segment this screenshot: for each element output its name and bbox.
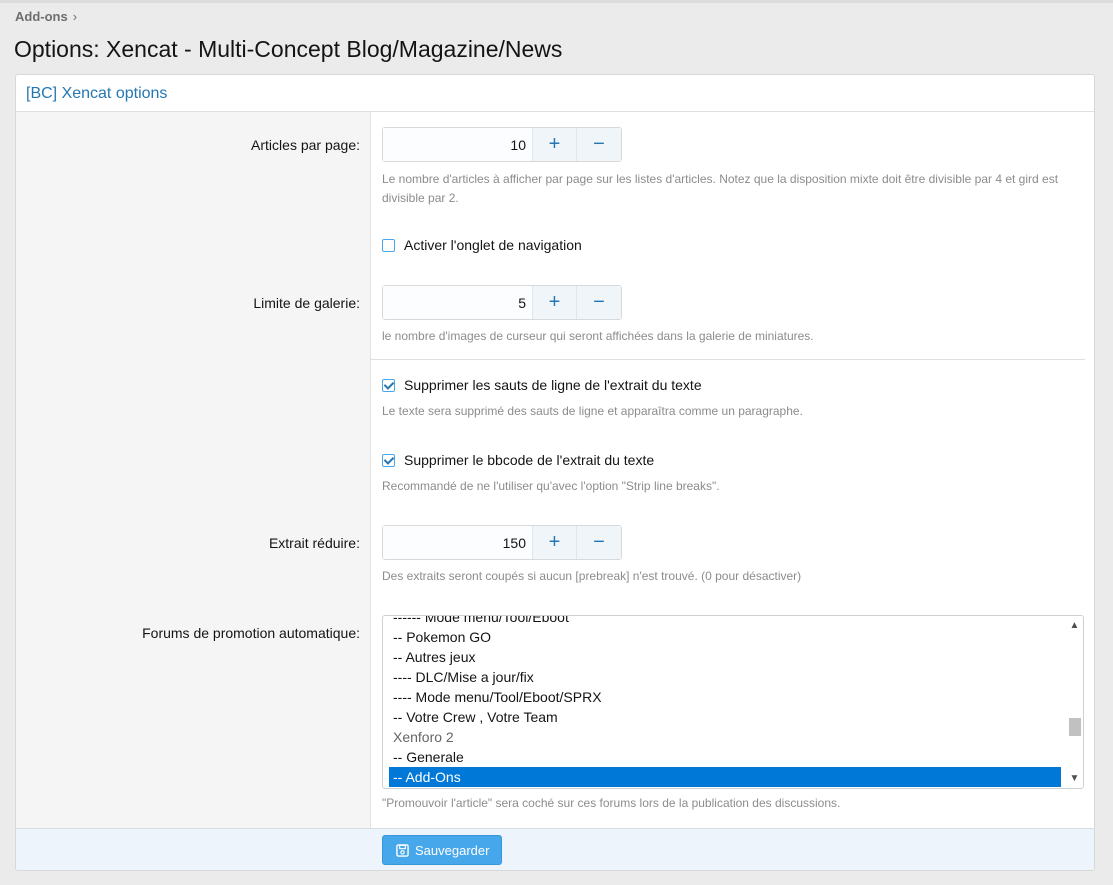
section-divider bbox=[371, 359, 1085, 360]
strip-line-breaks-checkbox[interactable] bbox=[382, 378, 395, 392]
scrollbar-thumb[interactable] bbox=[1069, 718, 1081, 736]
strip-line-breaks-label: Supprimer les sauts de ligne de l'extrai… bbox=[404, 377, 702, 393]
articles-per-page-hint: Le nombre d'articles à afficher par page… bbox=[382, 172, 1059, 205]
save-button[interactable]: Sauvegarder bbox=[382, 835, 503, 865]
list-item[interactable]: ------ Mode menu/Tool/Eboot bbox=[389, 616, 1061, 627]
save-button-label: Sauvegarder bbox=[415, 842, 490, 858]
list-item[interactable]: ---- Mode menu/Tool/Eboot/SPRX bbox=[389, 687, 1061, 707]
breadcrumb-item-addons[interactable]: Add-ons bbox=[15, 9, 68, 24]
save-icon bbox=[396, 843, 409, 857]
excerpt-trim-hint: Des extraits seront coupés si aucun [pre… bbox=[382, 569, 802, 583]
decrement-button[interactable]: − bbox=[577, 286, 621, 319]
list-item-selected[interactable]: -- Add-Ons bbox=[389, 767, 1061, 787]
list-item[interactable]: -- Autres jeux bbox=[389, 647, 1061, 667]
scroll-down-icon[interactable]: ▼ bbox=[1066, 770, 1083, 787]
increment-button[interactable]: + bbox=[533, 526, 577, 559]
excerpt-trim-stepper: 150 + − bbox=[382, 525, 622, 560]
strip-bbcode-checkbox[interactable] bbox=[382, 453, 395, 467]
decrement-button[interactable]: − bbox=[577, 128, 621, 161]
chevron-right-icon: › bbox=[72, 9, 78, 24]
articles-per-page-input[interactable]: 10 bbox=[383, 128, 533, 161]
decrement-button[interactable]: − bbox=[577, 526, 621, 559]
breadcrumb[interactable]: Add-ons › bbox=[15, 9, 77, 24]
page-title: Options: Xencat - Multi-Concept Blog/Mag… bbox=[14, 36, 563, 62]
gallery-limit-hint: le nombre d'images de curseur qui seront… bbox=[382, 329, 814, 343]
nav-tab-checkbox-row[interactable]: Activer l'onglet de navigation bbox=[382, 237, 582, 253]
block-title: [BC] Xencat options bbox=[16, 75, 1094, 112]
strip-line-breaks-hint: Le texte sera supprimé des sauts de lign… bbox=[382, 404, 803, 418]
list-item[interactable]: -- Votre Crew , Votre Team bbox=[389, 707, 1061, 727]
increment-button[interactable]: + bbox=[533, 128, 577, 161]
scrollbar[interactable]: ▲ ▼ bbox=[1066, 616, 1083, 788]
excerpt-trim-input[interactable]: 150 bbox=[383, 526, 533, 559]
auto-promote-forums-hint: "Promouvoir l'article" sera coché sur ce… bbox=[382, 796, 841, 810]
nav-tab-checkbox[interactable] bbox=[382, 238, 395, 252]
strip-bbcode-label: Supprimer le bbcode de l'extrait du text… bbox=[404, 452, 655, 468]
articles-per-page-label: Articles par page: bbox=[251, 137, 360, 153]
gallery-limit-label: Limite de galerie: bbox=[253, 295, 360, 311]
forums-multiselect[interactable]: ------ Mode menu/Tool/Eboot -- Pokemon G… bbox=[382, 615, 1084, 789]
form-footer: Sauvegarder bbox=[16, 828, 1094, 870]
gallery-limit-stepper: 5 + − bbox=[382, 285, 622, 320]
list-item[interactable]: -- Pokemon GO bbox=[389, 627, 1061, 647]
strip-bbcode-hint: Recommandé de ne l'utiliser qu'avec l'op… bbox=[382, 479, 720, 493]
list-item[interactable]: -- Generale bbox=[389, 747, 1061, 767]
nav-tab-label: Activer l'onglet de navigation bbox=[404, 237, 582, 253]
strip-bbcode-row[interactable]: Supprimer le bbcode de l'extrait du text… bbox=[382, 452, 654, 468]
articles-per-page-stepper: 10 + − bbox=[382, 127, 622, 162]
excerpt-trim-label: Extrait réduire: bbox=[268, 535, 360, 551]
increment-button[interactable]: + bbox=[533, 286, 577, 319]
strip-line-breaks-row[interactable]: Supprimer les sauts de ligne de l'extrai… bbox=[382, 377, 702, 393]
list-group-label: Xenforo 2 bbox=[393, 729, 454, 745]
top-border bbox=[0, 0, 1113, 3]
label-column bbox=[16, 112, 371, 828]
scroll-up-icon[interactable]: ▲ bbox=[1066, 617, 1083, 634]
auto-promote-forums-label: Forums de promotion automatique: bbox=[142, 625, 360, 641]
gallery-limit-input[interactable]: 5 bbox=[383, 286, 533, 319]
list-item[interactable]: ---- DLC/Mise a jour/fix bbox=[389, 667, 1061, 687]
options-block: [BC] Xencat options Articles par page: 1… bbox=[15, 74, 1095, 871]
